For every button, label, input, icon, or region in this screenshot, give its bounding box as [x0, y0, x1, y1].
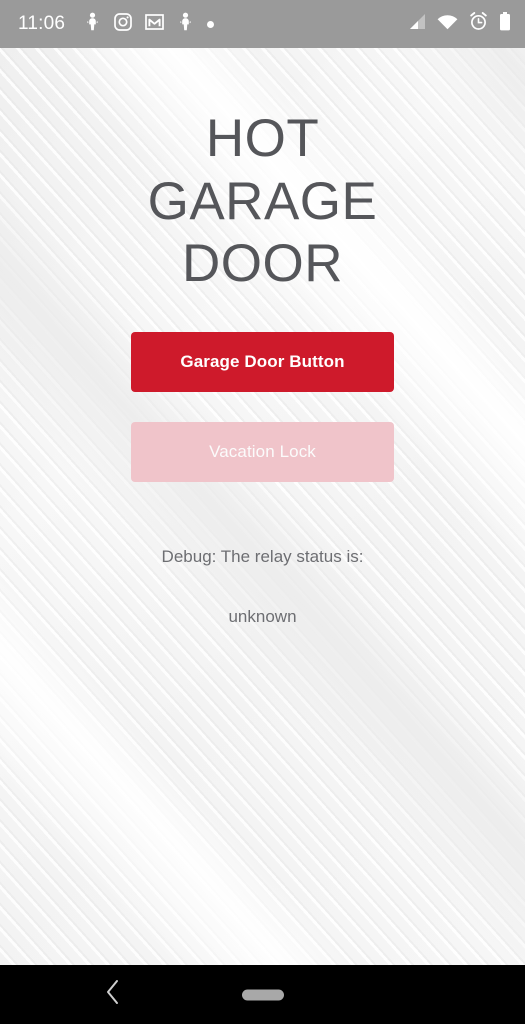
- status-bar-clock: 11:06: [18, 13, 66, 34]
- app-notification-icon-2: [177, 12, 194, 36]
- app-content-area: HOT GARAGE DOOR Garage Door Button Vacat…: [0, 48, 525, 965]
- nav-back-button[interactable]: [96, 978, 130, 1012]
- status-bar: 11:06: [0, 0, 525, 48]
- wifi-icon: [437, 14, 458, 35]
- page-title-line-2: GARAGE: [147, 171, 378, 231]
- phone-screen: 11:06 HOT GARAGE DOOR Garage Door Button…: [0, 0, 525, 1024]
- page-title: HOT GARAGE DOOR: [103, 108, 423, 296]
- cell-signal-icon: [407, 13, 426, 35]
- battery-full-icon: [499, 12, 511, 36]
- instagram-notification-icon: [114, 12, 132, 36]
- page-title-line-3: DOOR: [182, 234, 343, 294]
- vacation-lock-button[interactable]: Vacation Lock: [131, 421, 394, 482]
- app-notification-icon-1: [84, 12, 101, 36]
- overflow-notification-dot-icon: [207, 20, 215, 28]
- alarm-clock-icon: [469, 12, 488, 36]
- app-main-column: HOT GARAGE DOOR Garage Door Button Vacat…: [0, 48, 525, 965]
- nav-home-indicator[interactable]: [241, 989, 284, 1000]
- page-title-line-1: HOT: [205, 109, 320, 168]
- gmail-notification-icon: [145, 13, 164, 35]
- chevron-left-icon: [105, 979, 121, 1010]
- garage-door-button[interactable]: Garage Door Button: [131, 331, 394, 392]
- android-navigation-bar: [0, 965, 525, 1024]
- debug-status-label: Debug: The relay status is:: [161, 546, 364, 566]
- system-status-icon-group: [407, 12, 511, 36]
- notification-icon-group: [84, 12, 215, 36]
- relay-status-value: unknown: [228, 606, 297, 626]
